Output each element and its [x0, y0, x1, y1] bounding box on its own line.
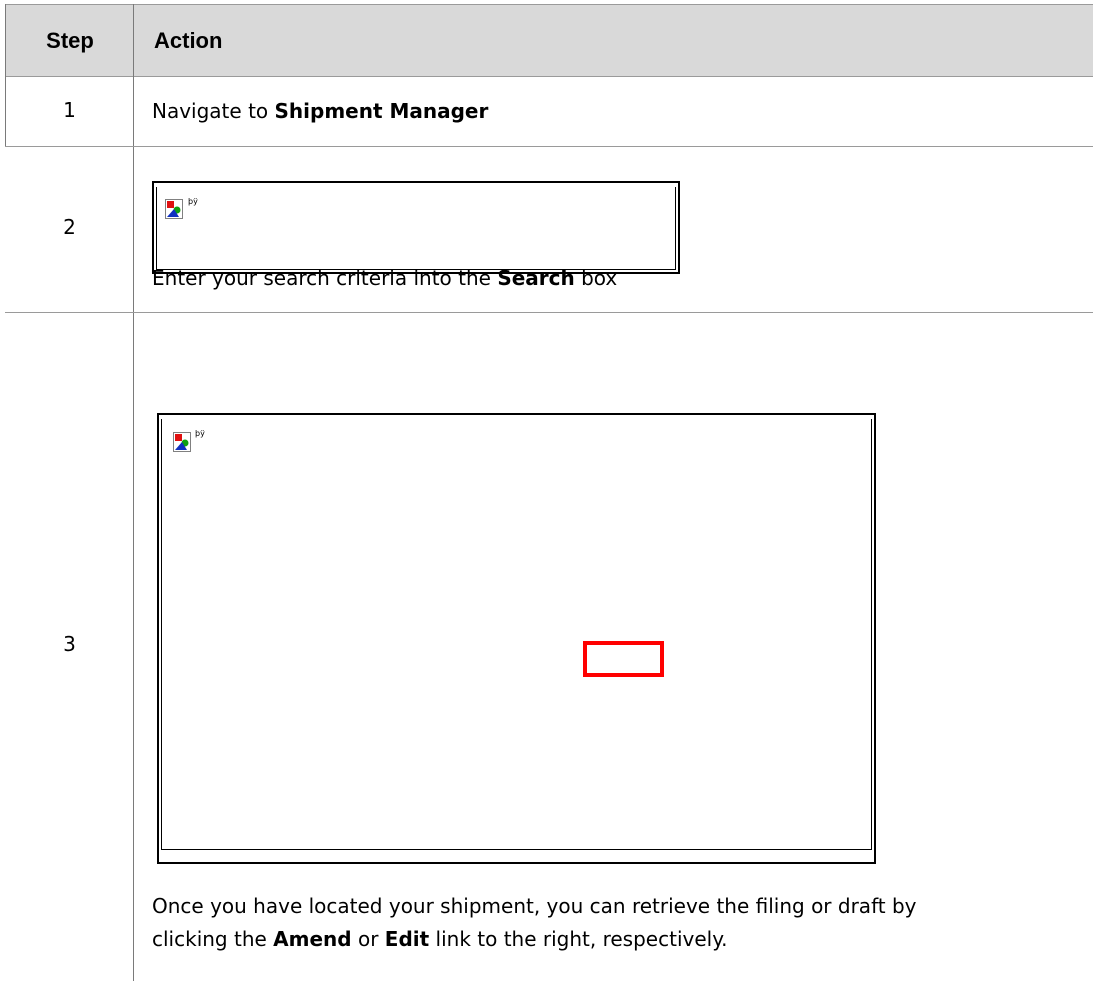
- search-label: Search: [497, 266, 575, 290]
- header-step: Step: [46, 27, 94, 53]
- step-2-text: Enter your search criteria into the Sear…: [152, 266, 618, 290]
- broken-image-icon: [165, 199, 183, 219]
- step-number-2: 2: [63, 215, 76, 239]
- table-header: Step Action: [5, 4, 1093, 77]
- search-screenshot-placeholder: þÿ: [152, 181, 680, 274]
- step-3-text: Once you have located your shipment, you…: [152, 894, 917, 951]
- amend-label: Amend: [273, 927, 352, 951]
- image-placeholder-text: þÿ: [195, 429, 205, 438]
- shipment-manager-label: Shipment Manager: [274, 99, 489, 123]
- step-number-3: 3: [63, 632, 76, 656]
- row-divider-2: [5, 312, 1093, 313]
- image-placeholder-text: þÿ: [188, 197, 198, 206]
- step-number-1: 1: [63, 98, 76, 122]
- broken-image-icon: [173, 432, 191, 452]
- column-divider: [133, 4, 134, 981]
- header-action: Action: [154, 27, 223, 53]
- row-divider-1: [5, 146, 1093, 147]
- table-left-border: [5, 4, 6, 147]
- edit-label: Edit: [384, 927, 430, 951]
- instruction-table: Step Action 1 Navigate to Shipment Manag…: [0, 0, 1093, 981]
- results-screenshot-placeholder: þÿ: [157, 413, 876, 864]
- step-1-text: Navigate to Shipment Manager: [152, 99, 489, 123]
- amend-edit-highlight-box: [583, 641, 664, 677]
